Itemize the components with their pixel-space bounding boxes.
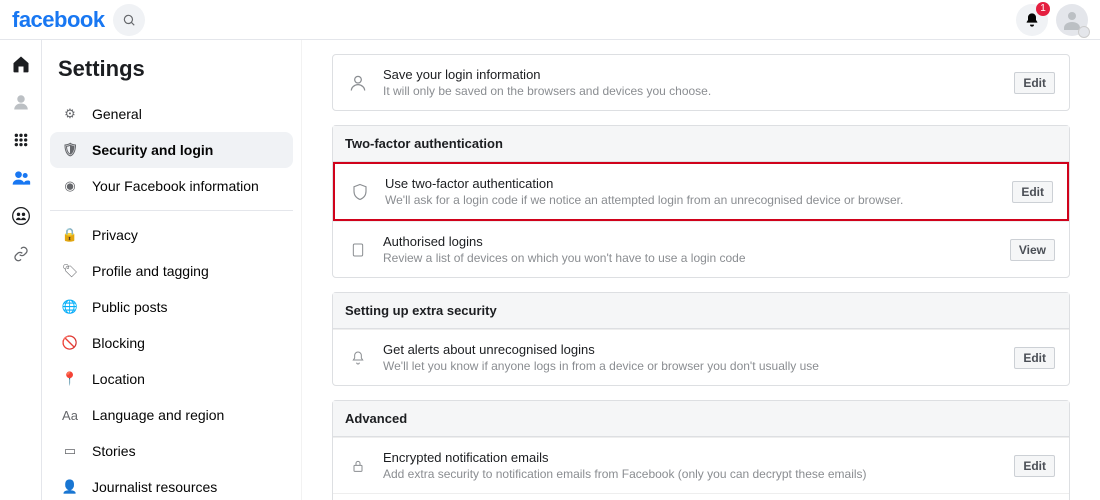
profile-icon bbox=[12, 93, 30, 111]
row-title: Authorised logins bbox=[383, 234, 996, 249]
nav-label: General bbox=[92, 106, 142, 122]
edit-button[interactable]: Edit bbox=[1014, 72, 1055, 94]
extra-security-section: Setting up extra security Get alerts abo… bbox=[332, 292, 1070, 386]
nav-label: Profile and tagging bbox=[92, 263, 209, 279]
view-button[interactable]: View bbox=[1010, 239, 1055, 261]
globe-icon: 🌐 bbox=[60, 297, 80, 317]
block-icon: 🚫 bbox=[60, 333, 80, 353]
row-title: Get alerts about unrecognised logins bbox=[383, 342, 1000, 357]
nav-language[interactable]: Aa Language and region bbox=[50, 397, 293, 433]
nav-your-info[interactable]: ◉ Your Facebook information bbox=[50, 168, 293, 204]
edit-button[interactable]: Edit bbox=[1014, 347, 1055, 369]
alerts-row[interactable]: Get alerts about unrecognised logins We'… bbox=[333, 329, 1069, 385]
recent-emails-row[interactable]: See recent emails from Facebook See a li… bbox=[333, 493, 1069, 500]
use-2fa-row[interactable]: Use two-factor authentication We'll ask … bbox=[333, 162, 1069, 221]
nav-journalist[interactable]: 👤 Journalist resources bbox=[50, 469, 293, 500]
nav-blocking[interactable]: 🚫 Blocking bbox=[50, 325, 293, 361]
row-desc: Add extra security to notification email… bbox=[383, 467, 1000, 481]
shield-icon: 🛡 bbox=[60, 140, 80, 160]
rail-grid[interactable] bbox=[11, 130, 31, 150]
advanced-section: Advanced Encrypted notification emails A… bbox=[332, 400, 1070, 500]
gear-icon: ⚙ bbox=[60, 104, 80, 124]
row-title: Save your login information bbox=[383, 67, 1000, 82]
nav-label: Stories bbox=[92, 443, 136, 459]
edit-button[interactable]: Edit bbox=[1014, 455, 1055, 477]
encrypted-emails-row[interactable]: Encrypted notification emails Add extra … bbox=[333, 437, 1069, 493]
account-menu[interactable] bbox=[1056, 4, 1088, 36]
rail-groups[interactable] bbox=[11, 206, 31, 226]
main-content: Save your login information It will only… bbox=[302, 40, 1100, 500]
friends-icon bbox=[11, 168, 31, 188]
layout: Settings ⚙ General 🛡 Security and login ◉ Y… bbox=[0, 40, 1100, 500]
save-login-card: Save your login information It will only… bbox=[332, 54, 1070, 111]
row-desc: Review a list of devices on which you wo… bbox=[383, 251, 996, 265]
nav-label: Your Facebook information bbox=[92, 178, 259, 194]
two-factor-section: Two-factor authentication Use two-factor… bbox=[332, 125, 1070, 278]
row-body: Encrypted notification emails Add extra … bbox=[383, 450, 1000, 481]
rail-friends[interactable] bbox=[11, 168, 31, 188]
bell-outline-icon bbox=[347, 350, 369, 366]
save-login-row[interactable]: Save your login information It will only… bbox=[333, 55, 1069, 110]
nav-label: Journalist resources bbox=[92, 479, 217, 495]
nav-stories[interactable]: ▭ Stories bbox=[50, 433, 293, 469]
nav-label: Security and login bbox=[92, 142, 213, 158]
row-body: Save your login information It will only… bbox=[383, 67, 1000, 98]
topbar-left: facebook bbox=[12, 4, 145, 36]
groups-icon bbox=[11, 206, 31, 226]
location-icon: 📍 bbox=[60, 369, 80, 389]
nav-profile-tagging[interactable]: 🏷 Profile and tagging bbox=[50, 253, 293, 289]
stories-icon: ▭ bbox=[60, 441, 80, 461]
rail-link[interactable] bbox=[11, 244, 31, 264]
search-icon bbox=[122, 13, 136, 27]
person-icon bbox=[347, 73, 369, 93]
nav-separator bbox=[50, 210, 293, 211]
language-icon: Aa bbox=[60, 405, 80, 425]
notif-count-badge: 1 bbox=[1036, 2, 1050, 16]
left-rail bbox=[0, 40, 42, 500]
nav-label: Location bbox=[92, 371, 145, 387]
row-title: Encrypted notification emails bbox=[383, 450, 1000, 465]
nav-label: Public posts bbox=[92, 299, 167, 315]
section-header: Two-factor authentication bbox=[333, 126, 1069, 162]
search-button[interactable] bbox=[113, 4, 145, 36]
page-title: Settings bbox=[58, 56, 285, 82]
nav-location[interactable]: 📍 Location bbox=[50, 361, 293, 397]
row-body: Get alerts about unrecognised logins We'… bbox=[383, 342, 1000, 373]
settings-sidebar: Settings ⚙ General 🛡 Security and login ◉ Y… bbox=[42, 40, 302, 500]
link-icon bbox=[13, 246, 29, 262]
shield-check-icon bbox=[349, 183, 371, 201]
nav-public-posts[interactable]: 🌐 Public posts bbox=[50, 289, 293, 325]
nav-label: Privacy bbox=[92, 227, 138, 243]
nav-security[interactable]: 🛡 Security and login bbox=[50, 132, 293, 168]
lock-icon: 🔒 bbox=[60, 225, 80, 245]
tag-icon: 🏷 bbox=[60, 261, 80, 281]
journalist-icon: 👤 bbox=[60, 477, 80, 497]
row-body: Authorised logins Review a list of devic… bbox=[383, 234, 996, 265]
row-desc: We'll let you know if anyone logs in fro… bbox=[383, 359, 1000, 373]
section-header: Setting up extra security bbox=[333, 293, 1069, 329]
row-desc: We'll ask for a login code if we notice … bbox=[385, 193, 998, 207]
avatar-icon bbox=[1060, 8, 1084, 32]
device-icon bbox=[347, 242, 369, 258]
nav-label: Blocking bbox=[92, 335, 145, 351]
info-icon: ◉ bbox=[60, 176, 80, 196]
authorised-logins-row[interactable]: Authorised logins Review a list of devic… bbox=[333, 221, 1069, 277]
row-title: Use two-factor authentication bbox=[385, 176, 998, 191]
nav-privacy[interactable]: 🔒 Privacy bbox=[50, 217, 293, 253]
rail-profile[interactable] bbox=[11, 92, 31, 112]
rail-home[interactable] bbox=[11, 54, 31, 74]
facebook-logo[interactable]: facebook bbox=[12, 7, 105, 33]
lock-outline-icon bbox=[347, 458, 369, 474]
section-header: Advanced bbox=[333, 401, 1069, 437]
row-desc: It will only be saved on the browsers an… bbox=[383, 84, 1000, 98]
edit-button[interactable]: Edit bbox=[1012, 181, 1053, 203]
topbar-right: 1 bbox=[1016, 4, 1088, 36]
row-body: Use two-factor authentication We'll ask … bbox=[385, 176, 998, 207]
grid-icon bbox=[13, 132, 29, 148]
home-icon bbox=[11, 54, 31, 74]
nav-label: Language and region bbox=[92, 407, 224, 423]
nav-general[interactable]: ⚙ General bbox=[50, 96, 293, 132]
notifications-button[interactable]: 1 bbox=[1016, 4, 1048, 36]
topbar: facebook 1 bbox=[0, 0, 1100, 40]
